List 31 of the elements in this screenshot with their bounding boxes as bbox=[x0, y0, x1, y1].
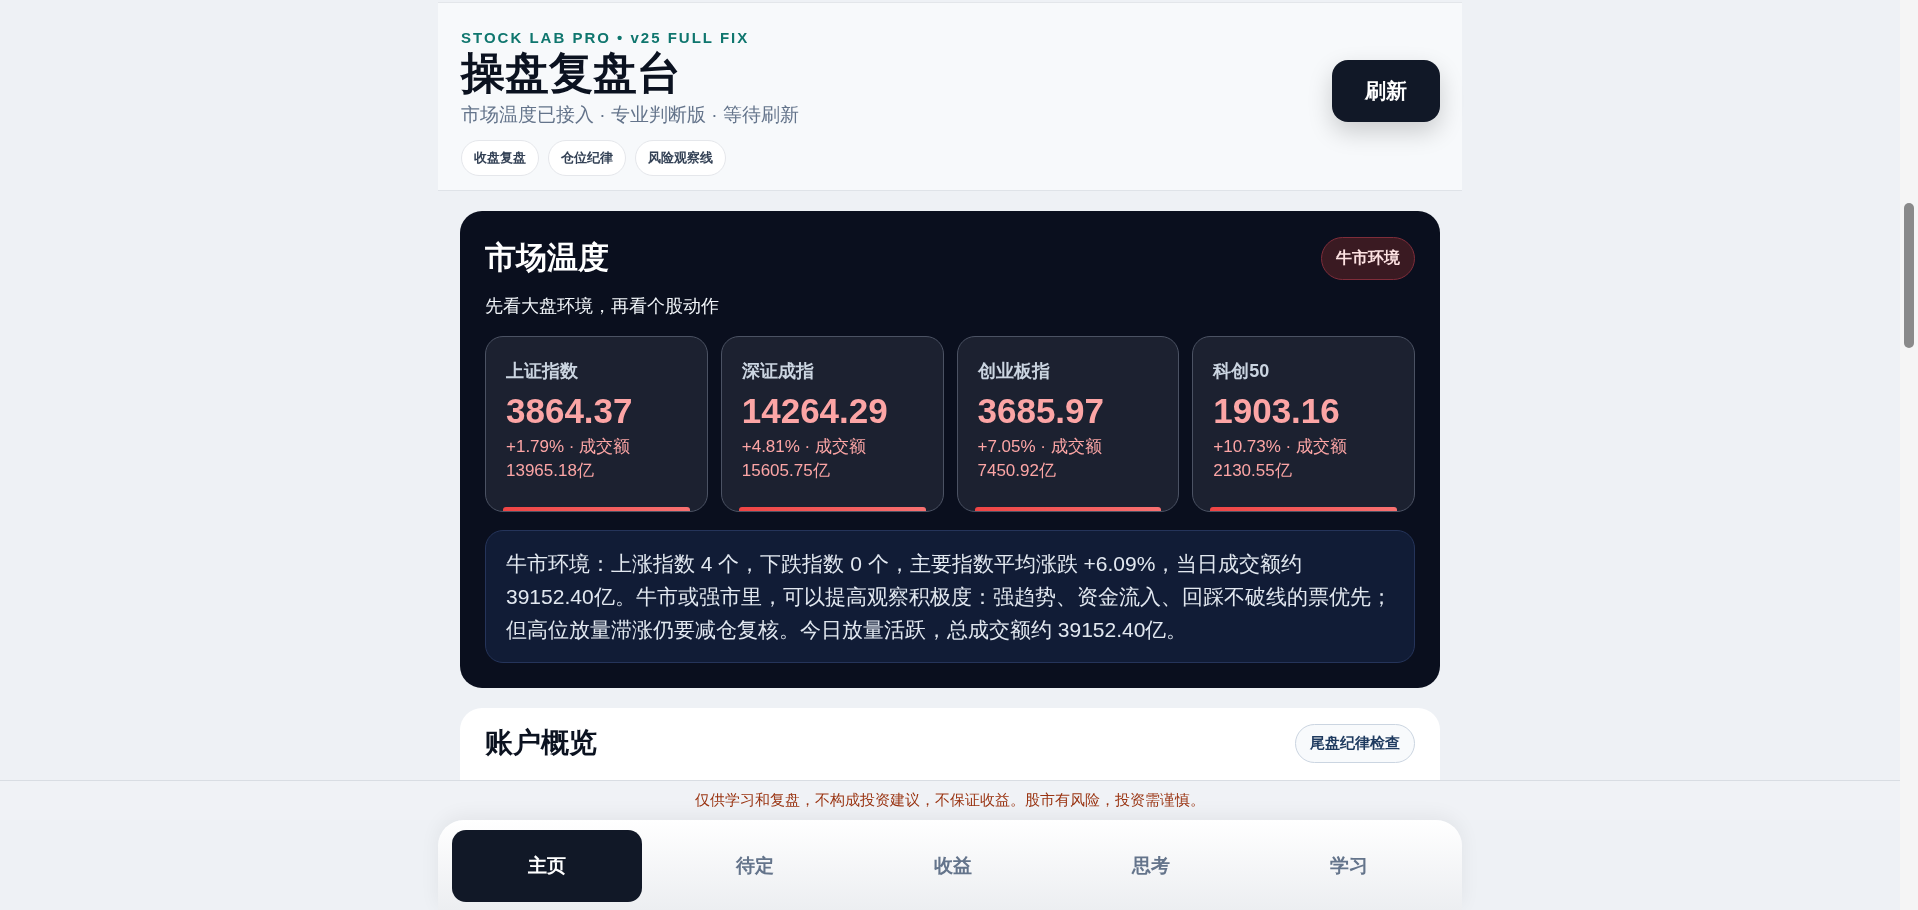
section-title: 账户概览 bbox=[485, 726, 597, 760]
section-title: 市场温度 bbox=[485, 239, 609, 277]
index-value: 3685.97 bbox=[977, 391, 1106, 431]
index-name: 上证指数 bbox=[506, 360, 579, 383]
nav-tab[interactable]: 收益 bbox=[854, 830, 1052, 902]
index-name: 深证成指 bbox=[741, 360, 815, 383]
nav-tab[interactable]: 思考 bbox=[1052, 830, 1250, 902]
section-subtitle: 先看大盘环境，再看个股动作 bbox=[485, 295, 720, 318]
index-value: 14264.29 bbox=[741, 391, 889, 431]
tag-chip: 收盘复盘 bbox=[461, 140, 539, 176]
index-change: +1.79% · 成交额 13965.18亿 bbox=[506, 436, 632, 482]
nav-tab[interactable]: 学习 bbox=[1250, 830, 1448, 902]
index-value: 3864.37 bbox=[506, 391, 634, 431]
tag-chip: 风险观察线 bbox=[635, 140, 726, 176]
index-name: 科创50 bbox=[1213, 360, 1271, 383]
index-name: 创业板指 bbox=[977, 360, 1051, 383]
market-badge: 牛市环境 bbox=[1321, 237, 1415, 280]
scrollbar[interactable] bbox=[1900, 0, 1918, 910]
index-change: +10.73% · 成交额 2130.55亿 bbox=[1213, 436, 1348, 482]
index-value: 1903.16 bbox=[1213, 391, 1341, 431]
index-change: +7.05% · 成交额 7450.92亿 bbox=[977, 436, 1103, 482]
brand-label: STOCK LAB PRO • v25 FULL FIX bbox=[461, 29, 750, 46]
status-subtitle: 市场温度已接入 · 专业判断版 · 等待刷新 bbox=[461, 103, 799, 127]
index-change: +4.81% · 成交额 15605.75亿 bbox=[741, 436, 867, 482]
nav-tab[interactable]: 待定 bbox=[656, 830, 854, 902]
app-title: 操盘复盘台 bbox=[461, 47, 681, 99]
tag-chip: 仓位纪律 bbox=[548, 140, 626, 176]
refresh-button[interactable]: 刷新 bbox=[1332, 59, 1440, 122]
discipline-check-button[interactable]: 尾盘纪律检查 bbox=[1295, 724, 1415, 763]
market-summary: 牛市环境：上涨指数 4 个，下跌指数 0 个，主要指数平均涨跌 +6.09%，当日成交额约 39152.40亿。牛市或强市里，可以提高观察积极度：强趋势、资金流入、回踩不破线的票优先；但高位放量滞涨仍要减仓复核。今日放量活跃，总成交额约 39152.40亿。 bbox=[485, 530, 1415, 663]
nav-tab[interactable]: 主页 bbox=[452, 830, 642, 902]
